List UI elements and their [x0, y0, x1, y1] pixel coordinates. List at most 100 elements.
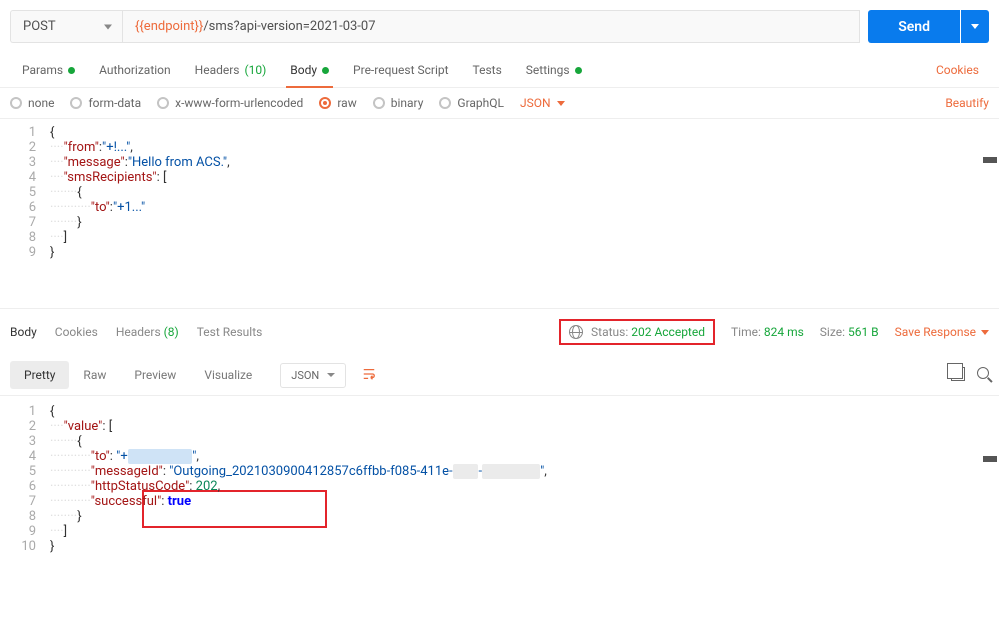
- dot-indicator: [575, 67, 582, 74]
- editor-line: 5········{: [0, 185, 999, 200]
- editor-line: 3········{: [0, 434, 999, 449]
- code-content: ····]: [50, 230, 999, 245]
- editor-line: 6············"httpStatusCode": 202,: [0, 479, 999, 494]
- editor-line: 7············"successful": true: [0, 494, 999, 509]
- code-content: }: [50, 245, 999, 260]
- editor-line: 2····"value": [: [0, 419, 999, 434]
- request-body-editor[interactable]: 1{2····"from":"+!...",3····"message":"He…: [0, 119, 999, 309]
- save-response-button[interactable]: Save Response: [895, 325, 989, 339]
- chevron-down-icon: [557, 101, 565, 106]
- tab-params[interactable]: Params: [10, 53, 87, 87]
- tab-headers[interactable]: Headers (10): [183, 53, 279, 87]
- chevron-down-icon: [971, 24, 979, 29]
- code-content: ············"messageId": "Outgoing_20210…: [50, 464, 999, 479]
- editor-line: 3····"message":"Hello from ACS.",: [0, 155, 999, 170]
- raw-format-select[interactable]: JSON: [520, 96, 565, 110]
- line-number: 3: [0, 155, 50, 170]
- code-content: ············"successful": true: [50, 494, 999, 509]
- line-number: 8: [0, 230, 50, 245]
- tab-body[interactable]: Body: [278, 53, 341, 87]
- tab-tests[interactable]: Tests: [461, 53, 514, 87]
- line-number: 7: [0, 215, 50, 230]
- response-bar: Body Cookies Headers (8) Test Results St…: [0, 309, 999, 355]
- editor-line: 8········}: [0, 509, 999, 524]
- line-number: 7: [0, 494, 50, 509]
- copy-icon: [951, 367, 965, 381]
- response-body-editor[interactable]: 1{2····"value": [3········{4············…: [0, 396, 999, 574]
- wrap-lines-button[interactable]: [354, 362, 384, 389]
- body-type-none[interactable]: none: [10, 96, 54, 110]
- code-content: }: [50, 539, 999, 554]
- tab-prerequest[interactable]: Pre-request Script: [341, 53, 460, 87]
- editor-line: 9····]: [0, 524, 999, 539]
- wrap-icon: [362, 367, 376, 381]
- response-tab-headers[interactable]: Headers (8): [116, 325, 179, 339]
- line-number: 6: [0, 200, 50, 215]
- code-content: ········{: [50, 185, 999, 200]
- view-tab-pretty[interactable]: Pretty: [10, 361, 69, 389]
- code-content: ····"value": [: [50, 419, 999, 434]
- editor-line: 9}: [0, 245, 999, 260]
- http-method-value: POST: [23, 19, 56, 34]
- body-type-binary[interactable]: binary: [373, 96, 424, 110]
- code-content: ········}: [50, 509, 999, 524]
- code-content: ············"to":"+1...": [50, 200, 999, 215]
- cookies-link[interactable]: Cookies: [926, 53, 989, 87]
- line-number: 6: [0, 479, 50, 494]
- url-input[interactable]: {{endpoint}}/sms?api-version=2021-03-07: [122, 10, 860, 43]
- status-value: 202 Accepted: [631, 325, 705, 339]
- editor-line: 5············"messageId": "Outgoing_2021…: [0, 464, 999, 479]
- response-tab-tests[interactable]: Test Results: [197, 325, 263, 339]
- http-method-select[interactable]: POST: [10, 10, 122, 43]
- editor-line: 1{: [0, 125, 999, 140]
- code-content: ····"smsRecipients": [: [50, 170, 999, 185]
- chevron-down-icon: [981, 330, 989, 335]
- code-content: {: [50, 125, 999, 140]
- response-format-select[interactable]: JSON: [280, 363, 346, 388]
- view-tab-preview[interactable]: Preview: [120, 361, 190, 389]
- view-tab-visualize[interactable]: Visualize: [190, 361, 266, 389]
- send-dropdown-button[interactable]: [961, 10, 989, 43]
- radio-icon: [157, 97, 169, 109]
- line-number: 5: [0, 464, 50, 479]
- line-number: 1: [0, 404, 50, 419]
- response-tab-cookies[interactable]: Cookies: [55, 325, 98, 339]
- code-content: ····"from":"+!...",: [50, 140, 999, 155]
- search-icon: [977, 367, 989, 379]
- status-highlight-box: Status: 202 Accepted: [559, 319, 715, 345]
- line-number: 2: [0, 140, 50, 155]
- line-number: 4: [0, 449, 50, 464]
- code-content: {: [50, 404, 999, 419]
- body-type-form-data[interactable]: form-data: [70, 96, 141, 110]
- radio-icon: [373, 97, 385, 109]
- code-content: ····]: [50, 524, 999, 539]
- editor-line: 4····"smsRecipients": [: [0, 170, 999, 185]
- response-tab-body[interactable]: Body: [10, 325, 37, 339]
- search-button[interactable]: [977, 367, 989, 384]
- editor-line: 8····]: [0, 230, 999, 245]
- line-number: 2: [0, 419, 50, 434]
- beautify-link[interactable]: Beautify: [945, 96, 989, 110]
- editor-line: 10}: [0, 539, 999, 554]
- status-label: Status:: [591, 325, 628, 339]
- radio-icon: [319, 97, 331, 109]
- send-button[interactable]: Send: [868, 10, 960, 43]
- line-number: 10: [0, 539, 50, 554]
- line-number: 9: [0, 524, 50, 539]
- line-number: 8: [0, 509, 50, 524]
- code-content: ············"to": "+xxxxxxxxxx",: [50, 449, 999, 464]
- copy-button[interactable]: [951, 367, 965, 384]
- code-content: ········{: [50, 434, 999, 449]
- tab-settings[interactable]: Settings: [514, 53, 594, 87]
- code-content: ········}: [50, 215, 999, 230]
- code-content: ····"message":"Hello from ACS.",: [50, 155, 999, 170]
- editor-line: 6············"to":"+1...": [0, 200, 999, 215]
- body-type-xwww[interactable]: x-www-form-urlencoded: [157, 96, 303, 110]
- tab-authorization[interactable]: Authorization: [87, 53, 183, 87]
- size-meta: Size: 561 B: [820, 325, 879, 339]
- body-type-raw[interactable]: raw: [319, 96, 356, 110]
- view-tab-raw[interactable]: Raw: [69, 361, 120, 389]
- dot-indicator: [68, 67, 75, 74]
- editor-line: 2····"from":"+!...",: [0, 140, 999, 155]
- body-type-graphql[interactable]: GraphQL: [439, 96, 504, 110]
